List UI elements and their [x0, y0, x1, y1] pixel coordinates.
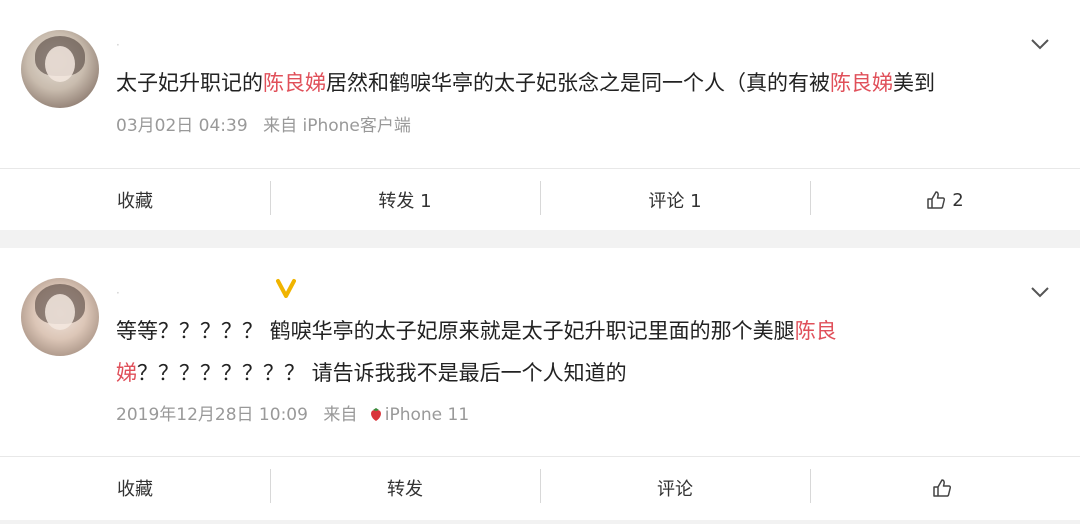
weibo-post-2: · 等等？？？？？ 鹤唳华亭的太子妃原来就是太子妃升职记里面的那个美腿陈良娣？？… [0, 248, 1080, 520]
post-source: iPhone 11 [384, 405, 470, 425]
content-text: 美到 [893, 71, 935, 95]
repost-label: 转发 [387, 479, 423, 500]
avatar[interactable] [21, 30, 99, 108]
chevron-down-icon[interactable] [1030, 37, 1050, 51]
post-time: 2019年12月28日 10:09 [116, 405, 308, 425]
avatar-face-shape [45, 294, 75, 330]
repost-button[interactable]: 转发 [270, 457, 540, 519]
comment-button[interactable]: 评论 [540, 457, 810, 519]
username[interactable]: · [116, 38, 120, 52]
comment-label: 评论 [657, 479, 693, 500]
favorite-label: 收藏 [117, 191, 153, 212]
avatar-face-shape [45, 46, 75, 82]
action-bar: 收藏 转发 1 评论 1 2 [0, 168, 1080, 231]
thumbs-up-icon [927, 191, 946, 209]
weibo-post-1: · 太子妃升职记的陈良娣居然和鹤唳华亭的太子妃张念之是同一个人（真的有被陈良娣美… [0, 0, 1080, 230]
post-source: iPhone客户端 [302, 116, 411, 136]
avatar[interactable] [21, 278, 99, 356]
thumbs-up-icon [933, 479, 952, 497]
post-meta: 03月02日 04:39 来自 iPhone客户端 [116, 111, 411, 136]
post-content: 太子妃升职记的陈良娣居然和鹤唳华亭的太子妃张念之是同一个人（真的有被陈良娣美到 [116, 62, 1016, 104]
like-count: 2 [952, 189, 964, 211]
chevron-down-icon[interactable] [1030, 285, 1050, 299]
favorite-button[interactable]: 收藏 [0, 169, 270, 231]
source-prefix: 来自 [263, 116, 298, 136]
source-prefix: 来自 [323, 405, 358, 425]
comment-label: 评论 1 [648, 191, 702, 212]
repost-button[interactable]: 转发 1 [270, 169, 540, 231]
highlighted-keyword[interactable]: 陈良娣 [830, 71, 893, 95]
content-text: 等等？？？？？ 鹤唳华亭的太子妃原来就是太子妃升职记里面的那个美腿 [116, 319, 795, 343]
comment-button[interactable]: 评论 1 [540, 169, 810, 231]
repost-label: 转发 1 [378, 191, 432, 212]
like-button[interactable] [810, 457, 1080, 519]
strawberry-icon [370, 408, 381, 421]
post-time: 03月02日 04:39 [116, 116, 248, 136]
highlighted-keyword[interactable]: 陈良娣 [263, 71, 326, 95]
content-text: 太子妃升职记的 [116, 71, 263, 95]
content-text: ？？？？？？？？ 请告诉我我不是最后一个人知道的 [137, 361, 627, 385]
content-text: 居然和鹤唳华亭的太子妃张念之是同一个人（真的有被 [326, 71, 830, 95]
action-bar: 收藏 转发 评论 [0, 456, 1080, 519]
username[interactable]: · [116, 286, 120, 300]
post-meta: 2019年12月28日 10:09 来自 iPhone 11 [116, 400, 469, 425]
vip-icon [276, 279, 296, 298]
like-button[interactable]: 2 [810, 169, 1080, 231]
favorite-button[interactable]: 收藏 [0, 457, 270, 519]
favorite-label: 收藏 [117, 479, 153, 500]
post-content: 等等？？？？？ 鹤唳华亭的太子妃原来就是太子妃升职记里面的那个美腿陈良娣？？？？… [116, 310, 876, 394]
